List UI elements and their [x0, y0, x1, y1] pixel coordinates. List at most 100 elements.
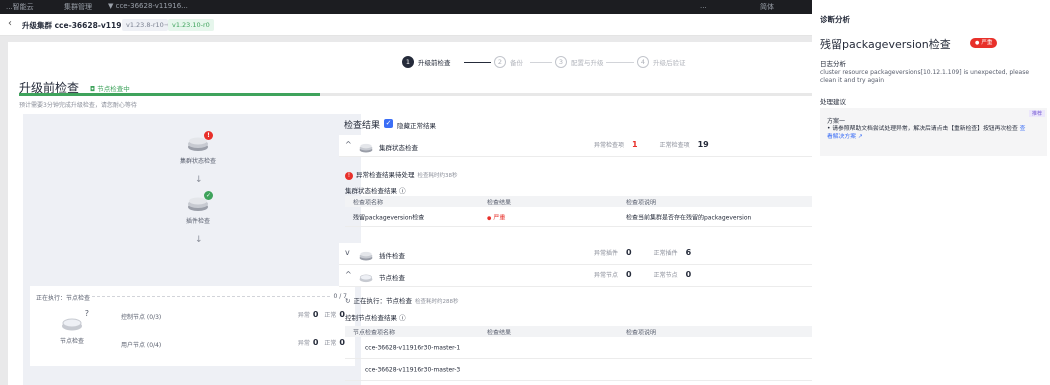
diagnosis-title: 残留packageversion检查 — [820, 38, 951, 51]
node-check-section[interactable]: ^ 节点检查 异常节点 0 正常节点 0 — [339, 265, 812, 287]
master-nodes-stats: 异常 0 正常 0 — [298, 310, 351, 319]
dashed-divider — [92, 296, 330, 297]
log-analysis-text: cluster resource packageversions[10.12.1… — [820, 69, 1030, 84]
warning-time: 检查耗时约38秒 — [417, 173, 458, 179]
severity-label: 严重 — [487, 212, 505, 221]
main-content: 1 升级前检查 2 备份 3 配置与升级 4 升级后验证 升级前检查 ◘ 节点检… — [8, 42, 812, 385]
step-label: 备份 — [510, 59, 523, 67]
progress-fill — [19, 93, 321, 96]
component-check-node[interactable]: ✓ 插件检查 — [173, 191, 223, 225]
top-nav-bar: ...智能云 集群管理 ▼ cce-36628-v11916... ... 简体 — [0, 0, 812, 14]
cluster-result-title: 集群状态检查结果 ⓘ — [345, 187, 406, 195]
step-number: 1 — [402, 56, 414, 68]
top-nav-item[interactable]: 集群管理 — [64, 2, 92, 12]
normal-label: 正常检查项 — [659, 142, 690, 149]
user-nodes-row: 用户节点 (0/4) 异常 0 正常 0 — [121, 338, 351, 350]
overall-progress-bar — [19, 93, 812, 96]
column-header: 检查结果 — [487, 199, 512, 206]
step-upgrade: 3 配置与升级 — [555, 55, 604, 69]
step-label: 升级前检查 — [418, 59, 451, 67]
user-nodes-label: 用户节点 (0/4) — [121, 342, 162, 349]
top-nav-item[interactable]: 简体 — [760, 2, 774, 12]
top-nav-item[interactable]: ... — [700, 2, 707, 10]
abnormal-count: 1 — [632, 140, 638, 149]
abnormal-label: 异常节点 — [594, 272, 619, 279]
check-item-desc: 检查当前集群是否存在残留的packageversion — [626, 214, 752, 221]
step-precheck: 1 升级前检查 — [402, 55, 451, 69]
server-icon — [359, 269, 373, 283]
section-name: 插件检查 — [379, 252, 405, 260]
step-label: 配置与升级 — [571, 59, 604, 67]
arrow-down-icon: ↓ — [195, 235, 203, 245]
abnormal-label: 异常 — [297, 340, 310, 347]
chevron-left-icon[interactable]: ‹ — [8, 18, 12, 29]
results-title: 检查结果 — [344, 121, 381, 131]
component-check-section[interactable]: v 插件检查 异常插件 0 正常插件 6 — [339, 243, 812, 265]
executing-text: 正在执行：节点检查 — [353, 297, 412, 305]
check-item-name: 残留packageversion检查 — [353, 214, 425, 221]
node-check-box: 正在执行：节点检查 0 / 7 ? 节点检查 控制节点 (0/3) 异常 0 正常 0… — [30, 286, 355, 366]
column-header: 检查项说明 — [626, 199, 657, 206]
cluster-result-table: 检查项名称 检查结果 检查项说明 残留packageversion检查 严重 检… — [345, 196, 812, 227]
app-root: ...智能云 集群管理 ▼ cce-36628-v11916... ... 简体… — [0, 0, 1050, 385]
hide-normal-label[interactable]: 隐藏正常结果 — [397, 120, 436, 130]
table-header: 节点检查项名称 检查结果 检查项说明 — [345, 326, 812, 337]
error-icon: ! — [345, 172, 353, 180]
arrow-down-icon: ↓ — [195, 175, 203, 185]
loading-icon: ↻ — [345, 297, 351, 305]
user-nodes-stats: 异常 0 正常 0 — [298, 338, 351, 347]
executing-time: 检查耗时约288秒 — [414, 299, 459, 305]
abnormal-label: 异常检查项 — [594, 142, 625, 149]
section-stats: 异常节点 0 正常节点 0 — [594, 270, 713, 279]
cluster-title-bar: ‹ 升级集群 cce-36628-v1191... v1.23.8-r10 → … — [0, 14, 812, 36]
warning-line: ! 异常检查结果待处理 检查耗时约38秒 — [345, 169, 458, 180]
column-header: 检查结果 — [487, 329, 512, 336]
advice-card: 推荐 方案一 • 请参照帮助文档尝试处理异常，解决后请点击【重新检查】按钮再次检… — [820, 108, 1047, 156]
step-connector — [464, 62, 491, 63]
table-row[interactable]: cce-36628-v11916r30-master-3 — [345, 359, 812, 381]
cluster-check-node[interactable]: ! 集群状态检查 — [173, 131, 223, 165]
node-check-node[interactable]: ? 节点检查 — [52, 309, 92, 345]
node-label: 节点检查 — [59, 338, 84, 345]
top-nav-item[interactable]: ▼ cce-36628-v11916... — [108, 2, 188, 10]
normal-count: 0 — [685, 270, 692, 279]
top-nav-item[interactable]: ...智能云 — [6, 2, 34, 12]
step-number: 2 — [494, 56, 506, 68]
abnormal-count: 0 — [312, 310, 319, 319]
recommend-tag: 推荐 — [1028, 110, 1045, 117]
node-name: cce-36628-v11916r30-master-3 — [365, 366, 461, 373]
hide-normal-checkbox[interactable]: ✓ — [384, 119, 393, 128]
node-name: cce-36628-v11916r30-master-1 — [365, 344, 461, 351]
chevron-down-icon[interactable]: v — [345, 248, 350, 257]
log-analysis-title: 日志分析 — [820, 60, 846, 68]
success-badge: ✓ — [204, 191, 213, 200]
normal-label: 正常插件 — [653, 250, 678, 257]
executing-label: 正在执行：节点检查 — [36, 295, 91, 302]
diagnosis-panel: 诊断分析 残留packageversion检查 严重 日志分析 cluster … — [812, 0, 1050, 385]
plan-title: 方案一 — [827, 118, 846, 125]
panel-heading: 诊断分析 — [820, 15, 850, 24]
table-header: 检查项名称 检查结果 检查项说明 — [345, 196, 812, 207]
section-stats: 异常插件 0 正常插件 6 — [594, 248, 713, 257]
warning-text: 异常检查结果待处理 — [356, 171, 415, 179]
chevron-up-icon[interactable]: ^ — [345, 140, 352, 149]
master-nodes-row: 控制节点 (0/3) 异常 0 正常 0 — [121, 310, 351, 322]
step-verify: 4 升级后验证 — [637, 55, 686, 69]
node-label: 集群状态检查 — [179, 158, 216, 165]
abnormal-label: 异常 — [297, 312, 310, 319]
step-backup: 2 备份 — [494, 55, 523, 69]
plan-text: • 请参照帮助文档尝试处理异常，解决后请点击【重新检查】按钮再次检查 查看解决方… — [827, 125, 1027, 141]
column-header: 节点检查项名称 — [353, 329, 396, 336]
server-stack-icon: ! — [187, 131, 213, 152]
node-label: 插件检查 — [185, 218, 210, 225]
server-stack-icon — [359, 247, 373, 261]
chevron-up-icon[interactable]: ^ — [345, 270, 352, 279]
severity-badge: 严重 — [970, 38, 998, 48]
step-number: 3 — [555, 56, 567, 68]
normal-count: 19 — [697, 140, 709, 149]
node-result-table: 节点检查项名称 检查结果 检查项说明 cce-36628-v11916r30-m… — [345, 326, 812, 381]
table-row[interactable]: 残留packageversion检查 严重 检查当前集群是否存在残留的packa… — [345, 207, 812, 227]
check-status: ◘ 节点检查中 — [90, 85, 130, 93]
cluster-check-section[interactable]: ^ 集群状态检查 异常检查项 1 正常检查项 19 — [339, 135, 812, 157]
table-row[interactable]: cce-36628-v11916r30-master-1 — [345, 337, 812, 359]
